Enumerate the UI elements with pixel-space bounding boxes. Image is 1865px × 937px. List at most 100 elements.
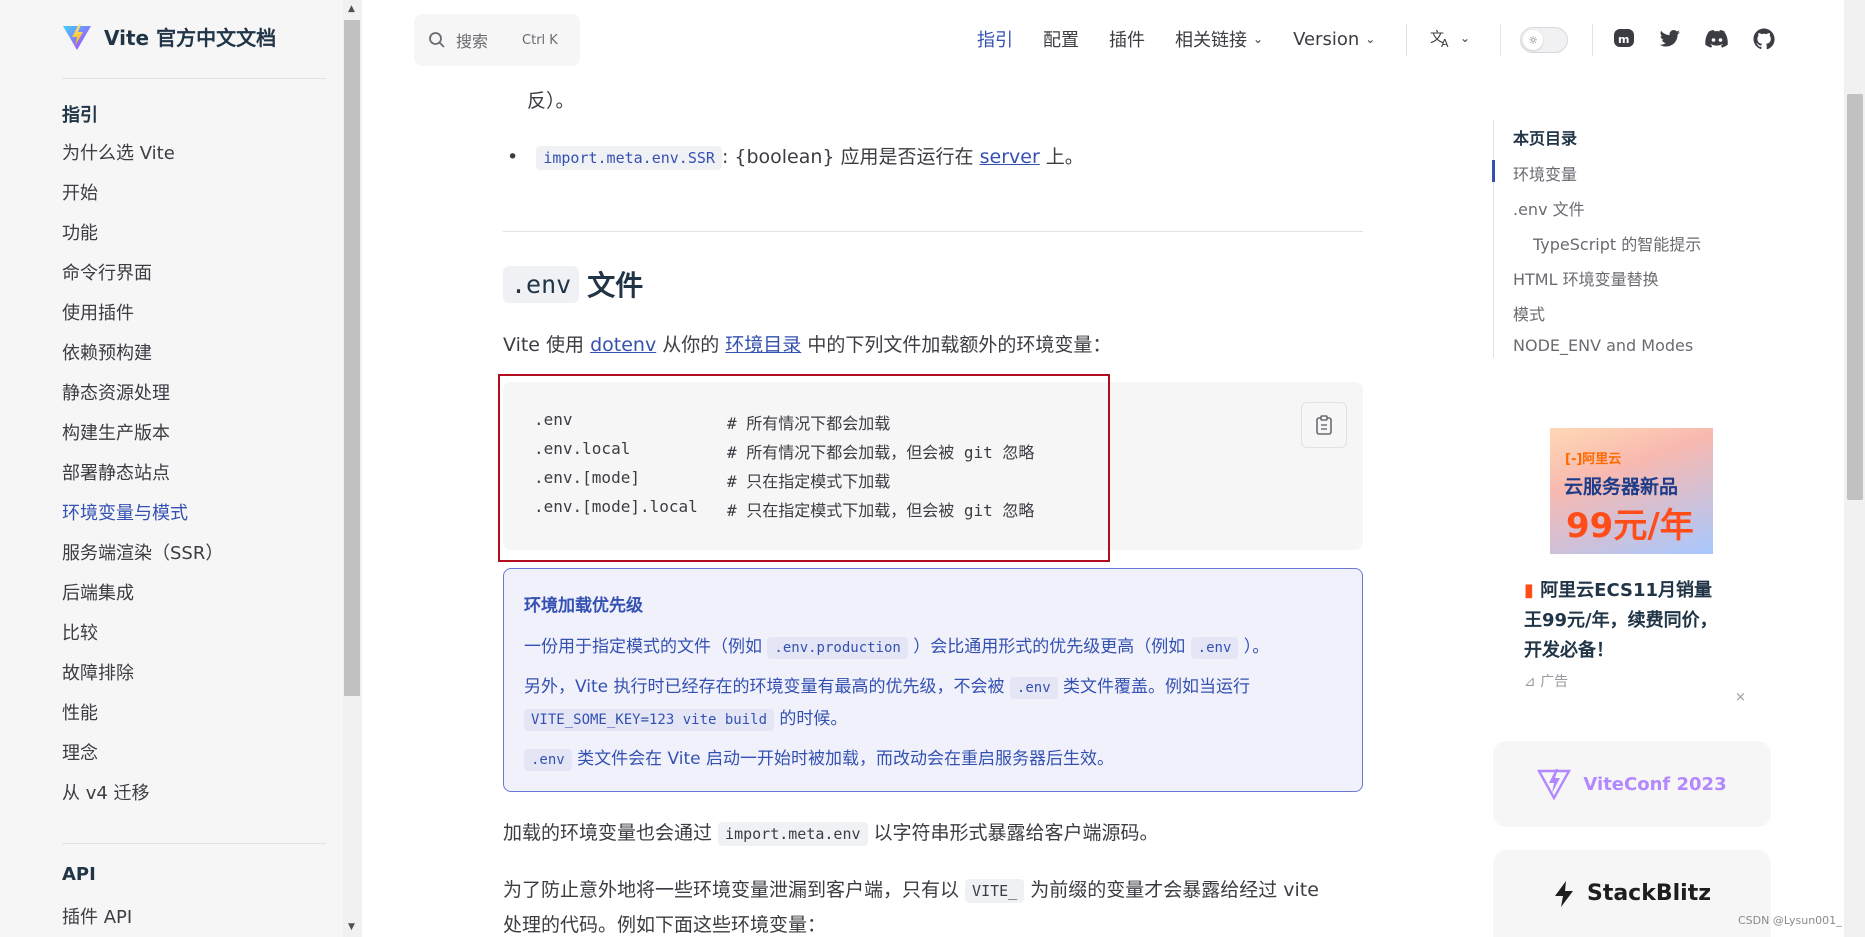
scroll-down-icon[interactable]: ▼	[348, 922, 355, 932]
nav-version[interactable]: Version ⌄	[1293, 29, 1375, 50]
paragraph-text: 加载的环境变量也会通过	[503, 822, 719, 844]
sidebar-item[interactable]: 故障排除	[62, 654, 223, 694]
page-scroll-thumb[interactable]	[1847, 94, 1863, 500]
mastodon-icon[interactable]: m	[1612, 27, 1636, 51]
ad-close-button[interactable]: ×	[1735, 690, 1746, 705]
toc-item[interactable]: .env 文件	[1513, 196, 1585, 220]
sidebar-item[interactable]: 理念	[62, 734, 223, 774]
viteconf-logo-icon	[1537, 769, 1572, 800]
expose-paragraph: 加载的环境变量也会通过 import.meta.env 以字符串形式暴露给客户端…	[503, 818, 1159, 846]
nav-links[interactable]: 相关链接 ⌄	[1175, 26, 1263, 52]
ad-text[interactable]: ▮ 阿里云ECS11月销量王99元/年，续费同价，开发必备！	[1524, 576, 1724, 666]
tip-title: 环境加载优先级	[524, 596, 643, 616]
sidebar-item[interactable]: 依赖预构建	[62, 334, 223, 374]
section-divider	[503, 231, 1363, 232]
toc-active-marker	[1492, 160, 1495, 182]
site-title: Vite 官方中文文档	[104, 26, 277, 50]
sidebar-scrollbar[interactable]: ▲ ▼	[343, 0, 362, 937]
toc-item[interactable]: HTML 环境变量替换	[1513, 266, 1659, 290]
envdir-link[interactable]: 环境目录	[725, 334, 801, 356]
ad-image[interactable]: [-]阿里云 云服务器新品 99元/年	[1550, 428, 1713, 554]
nav-links-label: 相关链接	[1175, 30, 1247, 51]
nav-plugins[interactable]: 插件	[1109, 26, 1145, 52]
heading-text: 文件	[587, 269, 644, 302]
sidebar-item[interactable]: 静态资源处理	[62, 374, 223, 414]
sidebar-section-api[interactable]: API	[62, 864, 96, 885]
copy-button[interactable]	[1301, 402, 1347, 448]
language-menu[interactable]: 文 A ⌄	[1430, 27, 1470, 49]
brand[interactable]: Vite 官方中文文档	[62, 22, 276, 51]
ssr-code: import.meta.env.SSR	[536, 146, 722, 170]
nav-guide[interactable]: 指引	[977, 26, 1013, 52]
sidebar-item[interactable]: 使用插件	[62, 294, 223, 334]
sidebar-item[interactable]: 开始	[62, 174, 223, 214]
sidebar-item[interactable]: 后端集成	[62, 574, 223, 614]
paragraph-text: 以字符串形式暴露给客户端源码。	[867, 822, 1159, 844]
dotenv-link[interactable]: dotenv	[590, 334, 656, 356]
sidebar-scroll-thumb[interactable]	[344, 20, 360, 696]
sidebar-item[interactable]: 功能	[62, 214, 223, 254]
tip-line: .env 类文件会在 Vite 启动一开始时被加载，而改动会在重启服务器后生效。	[524, 744, 1114, 771]
intro-text: 中的下列文件加载额外的环境变量：	[801, 334, 1112, 356]
translate-icon: 文 A	[1430, 30, 1449, 49]
search-button[interactable]: 搜索 Ctrl K	[414, 14, 580, 66]
sidebar-item[interactable]: 构建生产版本	[62, 414, 223, 454]
sidebar-item[interactable]: 命令行界面	[62, 254, 223, 294]
tip-line: 一份用于指定模式的文件（例如 .env.production ）会比通用形式的优…	[524, 632, 1270, 659]
sidebar-item-plugin-api[interactable]: 插件 API	[62, 903, 132, 929]
page-scrollbar[interactable]	[1844, 0, 1865, 937]
sidebar-item[interactable]: 环境变量与模式	[62, 494, 223, 534]
vite-logo-icon	[63, 23, 91, 50]
server-link[interactable]: server	[980, 146, 1040, 168]
toc-item[interactable]: NODE_ENV and Modes	[1513, 336, 1693, 355]
twitter-icon[interactable]	[1658, 27, 1682, 51]
theme-toggle[interactable]: ☼	[1520, 27, 1568, 53]
tip-code: .env.production	[767, 637, 908, 659]
tip-code: .env	[1190, 637, 1239, 659]
tip-code: .env	[1009, 677, 1058, 699]
tip-line: 另外，Vite 执行时已经存在的环境变量有最高的优先级，不会被 .env 类文件…	[524, 672, 1250, 699]
viteconf-card[interactable]: ViteConf 2023	[1493, 741, 1771, 827]
sidebar-item[interactable]: 服务端渲染（SSR）	[62, 534, 223, 574]
search-icon	[429, 32, 445, 48]
toc-rail	[1493, 120, 1494, 358]
sidebar-section-guide[interactable]: 指引	[62, 101, 98, 127]
lightning-icon	[1554, 880, 1573, 907]
sidebar-item[interactable]: 为什么选 Vite	[62, 134, 223, 174]
toc-item[interactable]: 环境变量	[1513, 161, 1577, 185]
clipboard-icon	[1316, 415, 1332, 435]
viteconf-label: ViteConf 2023	[1583, 773, 1727, 795]
sidebar-item[interactable]: 性能	[62, 694, 223, 734]
bullet: •	[507, 146, 519, 168]
ad-price: 99元/年	[1566, 506, 1694, 546]
stackblitz-card[interactable]: StackBlitz	[1493, 850, 1771, 937]
toc-item[interactable]: TypeScript 的智能提示	[1533, 231, 1701, 255]
inline-code: import.meta.env	[718, 822, 868, 846]
chevron-down-icon: ⌄	[1460, 31, 1471, 45]
nav-config[interactable]: 配置	[1043, 26, 1079, 52]
nav-divider	[1500, 24, 1501, 56]
watermark: CSDN @Lysun001_	[1738, 914, 1842, 927]
tip-text: 的时候。	[774, 709, 848, 729]
fire-icon: ▮	[1524, 580, 1534, 601]
ad-text-label: 阿里云ECS11月销量王99元/年，续费同价，开发必备！	[1524, 580, 1718, 661]
section-heading: .env 文件	[503, 264, 643, 304]
sidebar-item[interactable]: 部署静态站点	[62, 454, 223, 494]
tip-line: VITE_SOME_KEY=123 vite build 的时候。	[524, 704, 848, 731]
tip-text: ）。	[1238, 637, 1270, 657]
ssr-end: 上。	[1039, 146, 1084, 168]
nav-divider	[1406, 24, 1407, 56]
ad-tag-label: 广告	[1540, 674, 1569, 690]
github-icon[interactable]	[1752, 27, 1776, 51]
tip-text: ）会比通用形式的优先级更高（例如	[907, 637, 1191, 657]
search-shortcut: Ctrl K	[522, 32, 558, 48]
sidebar-item[interactable]: 比较	[62, 614, 223, 654]
scroll-up-icon[interactable]: ▲	[348, 4, 355, 14]
ad-icon: ⊿	[1524, 674, 1536, 690]
toc-item[interactable]: 模式	[1513, 301, 1545, 325]
heading-code: .env	[503, 265, 580, 303]
discord-icon[interactable]	[1704, 27, 1730, 51]
ad-logo: [-]阿里云	[1565, 452, 1622, 467]
sidebar-item[interactable]: 从 v4 迁移	[62, 774, 223, 814]
sun-icon: ☼	[1528, 33, 1538, 47]
